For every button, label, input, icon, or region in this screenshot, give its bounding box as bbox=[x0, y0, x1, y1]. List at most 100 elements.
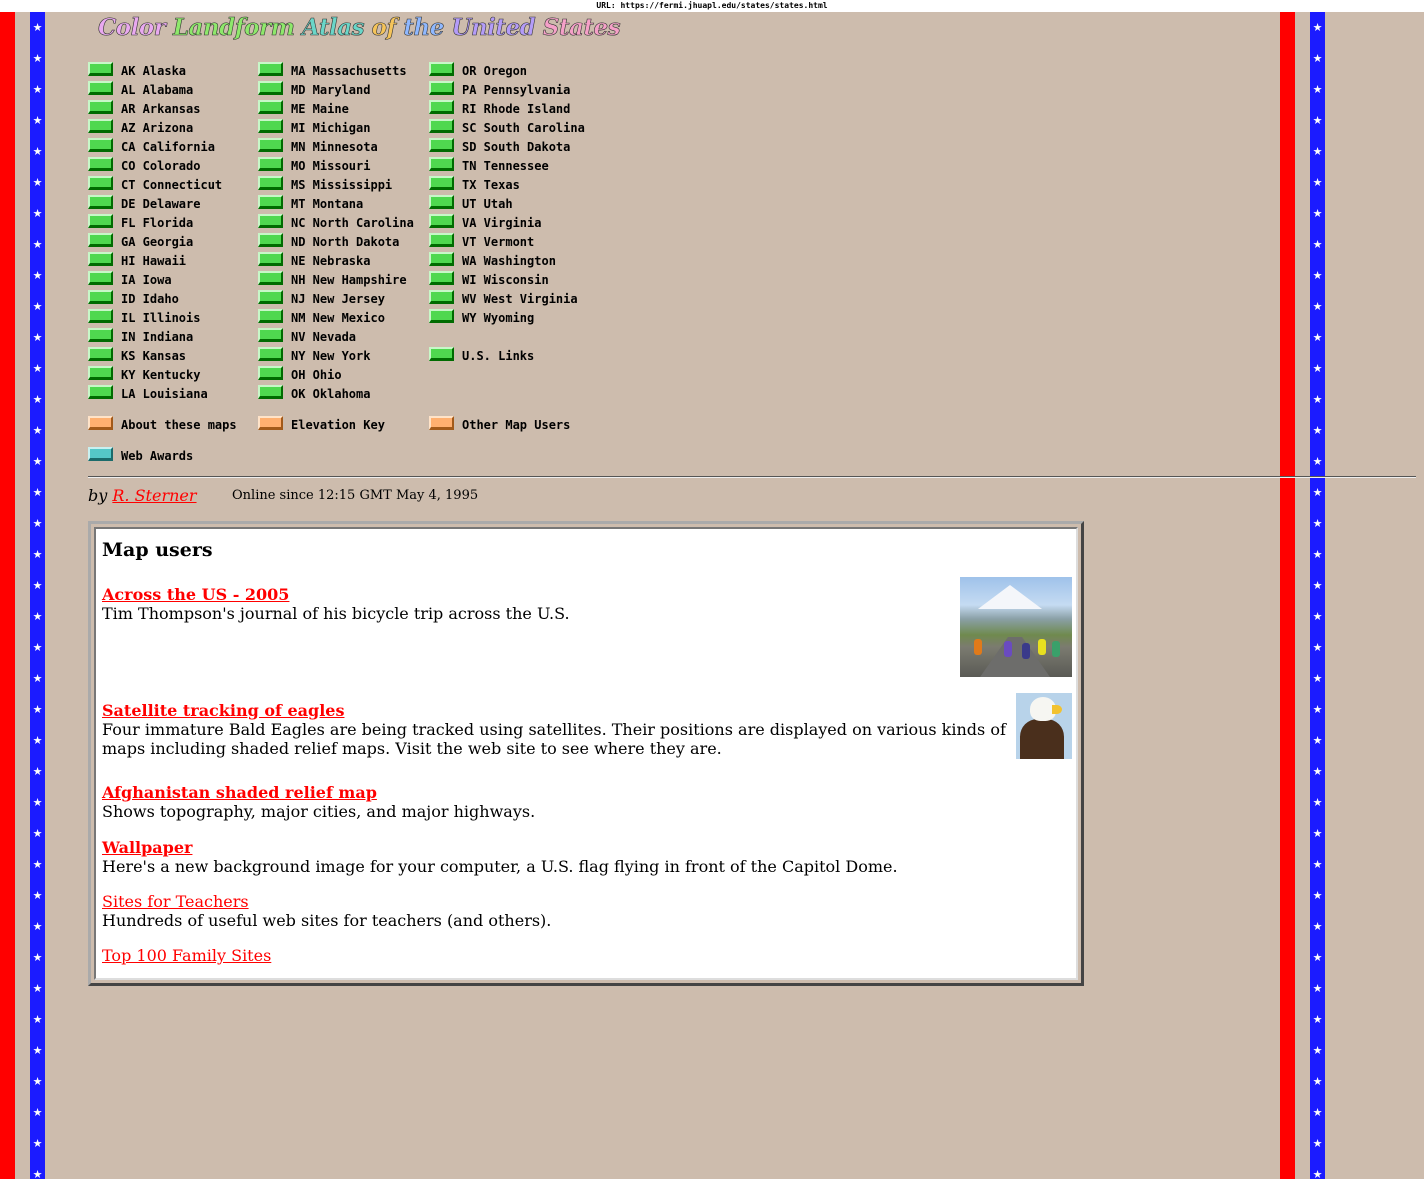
state-link[interactable]: UT Utah bbox=[429, 194, 585, 213]
star-icon: ★ bbox=[1312, 796, 1323, 809]
state-link[interactable]: FL Florida bbox=[88, 213, 222, 232]
star-icon: ★ bbox=[1312, 982, 1323, 995]
green-button-icon bbox=[429, 308, 454, 323]
green-button-icon bbox=[258, 232, 283, 247]
green-button-icon bbox=[258, 251, 283, 266]
across-us-link[interactable]: Across the US - 2005 bbox=[102, 585, 289, 604]
green-button-icon bbox=[258, 118, 283, 133]
state-link[interactable]: WV West Virginia bbox=[429, 289, 585, 308]
state-link[interactable]: CA California bbox=[88, 137, 222, 156]
top100-link[interactable]: Top 100 Family Sites bbox=[102, 946, 271, 965]
star-icon: ★ bbox=[32, 858, 43, 871]
online-since: Online since 12:15 GMT May 4, 1995 bbox=[232, 488, 479, 503]
us-links-link[interactable]: U.S. Links bbox=[429, 346, 534, 365]
state-link[interactable]: OK Oklahoma bbox=[258, 384, 414, 403]
star-icon: ★ bbox=[32, 672, 43, 685]
star-icon: ★ bbox=[1312, 517, 1323, 530]
bicycle-photo-image[interactable] bbox=[960, 577, 1072, 677]
state-link[interactable]: PA Pennsylvania bbox=[429, 80, 585, 99]
state-link[interactable]: NV Nevada bbox=[258, 327, 414, 346]
green-button-icon bbox=[429, 346, 454, 361]
eagle-photo-image[interactable] bbox=[1016, 693, 1072, 759]
about-maps-link[interactable]: About these maps bbox=[88, 415, 237, 434]
state-link[interactable]: KS Kansas bbox=[88, 346, 222, 365]
state-link[interactable]: NE Nebraska bbox=[258, 251, 414, 270]
state-link[interactable]: MD Maryland bbox=[258, 80, 414, 99]
star-icon: ★ bbox=[1312, 548, 1323, 561]
green-button-icon bbox=[429, 289, 454, 304]
state-link[interactable]: CO Colorado bbox=[88, 156, 222, 175]
eagles-link[interactable]: Satellite tracking of eagles bbox=[102, 701, 344, 720]
left-red-stripe bbox=[0, 12, 15, 1179]
author-link[interactable]: R. Sterner bbox=[112, 486, 196, 505]
green-button-icon bbox=[429, 99, 454, 114]
state-link[interactable]: MS Mississippi bbox=[258, 175, 414, 194]
state-link[interactable]: DE Delaware bbox=[88, 194, 222, 213]
state-link[interactable]: AZ Arizona bbox=[88, 118, 222, 137]
teachers-link[interactable]: Sites for Teachers bbox=[102, 892, 249, 911]
state-link[interactable]: KY Kentucky bbox=[88, 365, 222, 384]
star-icon: ★ bbox=[1312, 424, 1323, 437]
state-label: IL Illinois bbox=[121, 310, 201, 325]
state-label: WI Wisconsin bbox=[462, 272, 549, 287]
state-link[interactable]: NC North Carolina bbox=[258, 213, 414, 232]
star-icon: ★ bbox=[1312, 672, 1323, 685]
state-link[interactable]: SD South Dakota bbox=[429, 137, 585, 156]
state-link[interactable]: IN Indiana bbox=[88, 327, 222, 346]
state-link[interactable]: SC South Carolina bbox=[429, 118, 585, 137]
state-label: IA Iowa bbox=[121, 272, 172, 287]
state-link[interactable]: GA Georgia bbox=[88, 232, 222, 251]
state-link[interactable]: MO Missouri bbox=[258, 156, 414, 175]
state-link[interactable]: OH Ohio bbox=[258, 365, 414, 384]
state-link[interactable]: ID Idaho bbox=[88, 289, 222, 308]
state-label: AK Alaska bbox=[121, 63, 187, 78]
state-link[interactable]: AR Arkansas bbox=[88, 99, 222, 118]
elevation-key-link[interactable]: Elevation Key bbox=[258, 415, 385, 434]
state-link[interactable]: WA Washington bbox=[429, 251, 585, 270]
byline-prefix: by bbox=[88, 486, 108, 505]
star-icon: ★ bbox=[32, 1013, 43, 1026]
state-link[interactable]: MI Michigan bbox=[258, 118, 414, 137]
star-icon: ★ bbox=[32, 1044, 43, 1057]
state-link[interactable]: VT Vermont bbox=[429, 232, 585, 251]
web-awards-link[interactable]: Web Awards bbox=[88, 446, 193, 465]
state-link[interactable]: OR Oregon bbox=[429, 61, 585, 80]
state-link[interactable]: MT Montana bbox=[258, 194, 414, 213]
state-link[interactable]: VA Virginia bbox=[429, 213, 585, 232]
green-button-icon bbox=[258, 156, 283, 171]
state-link[interactable]: HI Hawaii bbox=[88, 251, 222, 270]
state-link[interactable]: WY Wyoming bbox=[429, 308, 585, 327]
state-link[interactable]: NM New Mexico bbox=[258, 308, 414, 327]
state-link[interactable]: NJ New Jersey bbox=[258, 289, 414, 308]
star-icon: ★ bbox=[32, 486, 43, 499]
state-label: TN Tennessee bbox=[462, 158, 549, 173]
state-link[interactable]: TN Tennessee bbox=[429, 156, 585, 175]
green-button-icon bbox=[429, 251, 454, 266]
state-link[interactable]: LA Louisiana bbox=[88, 384, 222, 403]
state-link[interactable]: AL Alabama bbox=[88, 80, 222, 99]
state-link[interactable]: RI Rhode Island bbox=[429, 99, 585, 118]
state-link[interactable]: CT Connecticut bbox=[88, 175, 222, 194]
star-icon: ★ bbox=[1312, 52, 1323, 65]
state-link[interactable]: IL Illinois bbox=[88, 308, 222, 327]
green-button-icon bbox=[429, 270, 454, 285]
state-link[interactable]: TX Texas bbox=[429, 175, 585, 194]
state-label: WY Wyoming bbox=[462, 310, 535, 325]
star-icon: ★ bbox=[1312, 393, 1323, 406]
state-link[interactable]: WI Wisconsin bbox=[429, 270, 585, 289]
state-link[interactable]: NH New Hampshire bbox=[258, 270, 414, 289]
state-label: PA Pennsylvania bbox=[462, 82, 571, 97]
state-link[interactable]: ND North Dakota bbox=[258, 232, 414, 251]
afghanistan-link[interactable]: Afghanistan shaded relief map bbox=[102, 783, 377, 802]
state-link[interactable]: MN Minnesota bbox=[258, 137, 414, 156]
state-link[interactable]: NY New York bbox=[258, 346, 414, 365]
state-link[interactable]: IA Iowa bbox=[88, 270, 222, 289]
other-map-users-link[interactable]: Other Map Users bbox=[429, 415, 570, 434]
state-link[interactable]: ME Maine bbox=[258, 99, 414, 118]
green-button-icon bbox=[429, 213, 454, 228]
state-link[interactable]: AK Alaska bbox=[88, 61, 222, 80]
wallpaper-link[interactable]: Wallpaper bbox=[102, 838, 192, 857]
state-label: NH New Hampshire bbox=[291, 272, 407, 287]
green-button-icon bbox=[258, 327, 283, 342]
state-link[interactable]: MA Massachusetts bbox=[258, 61, 414, 80]
